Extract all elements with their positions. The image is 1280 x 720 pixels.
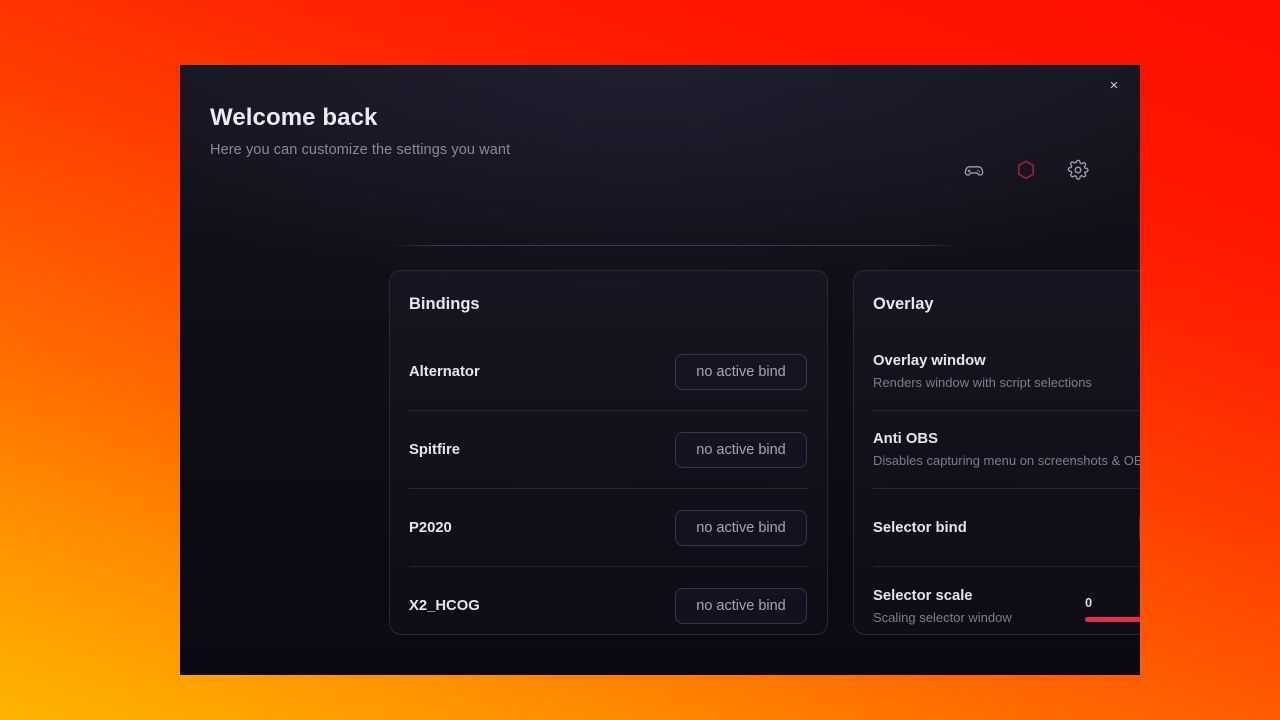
setting-description: Renders window with script selections xyxy=(873,375,1092,390)
setting-label: Overlay window xyxy=(873,353,986,369)
table-row: Selector bind no active bind xyxy=(873,489,1140,567)
header-icon-group xyxy=(962,98,1110,182)
setting-description: Scaling selector window xyxy=(873,609,1012,625)
selector-bind-button[interactable]: no active bind xyxy=(1139,509,1140,546)
table-row: Selector scale Scaling selector window 0… xyxy=(873,567,1140,634)
overlay-panel-body: Overlay window Renders window with scrip… xyxy=(854,333,1140,634)
modal-header: Welcome back Here you can customize the … xyxy=(210,98,1110,213)
settings-modal: × Welcome back Here you can customize th… xyxy=(180,65,1140,675)
table-row: Anti OBS Disables capturing menu on scre… xyxy=(873,411,1140,489)
setting-label: Anti OBS xyxy=(873,431,938,447)
table-row: X2_HCOG no active bind xyxy=(409,567,808,634)
table-row: Spitfire no active bind xyxy=(409,411,808,489)
slider-fill xyxy=(1085,616,1140,622)
row-texts: Spitfire xyxy=(409,442,460,458)
bindings-panel: Bindings Alternator no active bind Spitf… xyxy=(389,270,828,635)
overlay-panel-title: Overlay xyxy=(873,295,934,313)
table-row: Alternator no active bind xyxy=(409,333,808,411)
bind-button[interactable]: no active bind xyxy=(675,353,807,390)
bind-button[interactable]: no active bind xyxy=(675,431,807,468)
table-row: P2020 no active bind xyxy=(409,489,808,567)
binding-label: X2_HCOG xyxy=(409,597,480,614)
close-icon[interactable]: × xyxy=(1100,71,1128,99)
hexagon-icon[interactable] xyxy=(1014,158,1038,182)
row-texts: Selector bind xyxy=(873,520,967,536)
bind-button[interactable]: no active bind xyxy=(675,587,807,624)
setting-description: Disables capturing menu on screenshots &… xyxy=(873,453,1140,468)
selector-scale-slider[interactable]: 0 1.00 - 1 xyxy=(1085,591,1140,622)
slider-track[interactable] xyxy=(1085,616,1140,622)
row-texts: Selector scale Scaling selector window xyxy=(873,588,1012,625)
binding-label: P2020 xyxy=(409,519,452,536)
row-texts: Overlay window Renders window with scrip… xyxy=(873,353,1092,390)
panels-container: Bindings Alternator no active bind Spitf… xyxy=(389,270,1140,635)
page-subtitle: Here you can customize the settings you … xyxy=(210,142,511,158)
header-titles: Welcome back Here you can customize the … xyxy=(210,98,510,158)
bindings-panel-body: Alternator no active bind Spitfire no ac… xyxy=(390,333,827,634)
row-texts: P2020 xyxy=(409,520,452,536)
row-texts: Alternator xyxy=(409,364,480,380)
slider-labels: 0 1.00 - 1 xyxy=(1085,595,1140,610)
bindings-panel-title: Bindings xyxy=(409,295,480,313)
slider-min-label: 0 xyxy=(1085,594,1093,610)
binding-label: Alternator xyxy=(409,363,480,380)
overlay-panel: Overlay Overlay window Renders window wi… xyxy=(853,270,1140,635)
row-texts: X2_HCOG xyxy=(409,598,480,614)
bind-button[interactable]: no active bind xyxy=(675,509,807,546)
row-texts: Anti OBS Disables capturing menu on scre… xyxy=(873,431,1140,468)
gamepad-icon[interactable] xyxy=(962,158,986,182)
gear-icon[interactable] xyxy=(1066,158,1090,182)
setting-label: Selector scale xyxy=(873,587,973,604)
page-title: Welcome back xyxy=(210,104,378,131)
setting-label: Selector bind xyxy=(873,519,967,536)
header-divider xyxy=(389,245,962,246)
table-row: Overlay window Renders window with scrip… xyxy=(873,333,1140,411)
binding-label: Spitfire xyxy=(409,441,460,458)
